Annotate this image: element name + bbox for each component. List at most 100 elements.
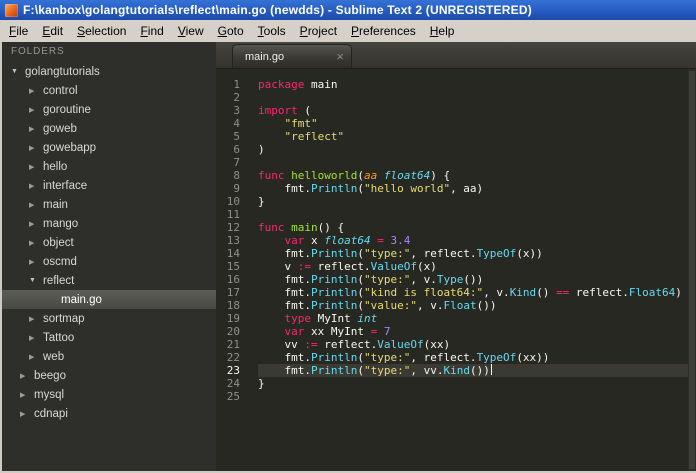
code-line-16[interactable]: fmt.Println("type:", v.Type()) — [258, 273, 688, 286]
tree-folder-hello[interactable]: ▶ hello — [2, 157, 216, 176]
tree-folder-mango[interactable]: ▶ mango — [2, 214, 216, 233]
tree-folder-main[interactable]: ▶ main — [2, 195, 216, 214]
code-line-25[interactable] — [258, 390, 688, 403]
code-line-8[interactable]: func helloworld(aa float64) { — [258, 169, 688, 182]
chevron-right-icon[interactable]: ▶ — [20, 391, 34, 399]
code-line-4[interactable]: "fmt" — [258, 117, 688, 130]
tree-folder-control[interactable]: ▶ control — [2, 81, 216, 100]
chevron-right-icon[interactable]: ▶ — [29, 163, 43, 171]
tree-folder-web[interactable]: ▶ web — [2, 347, 216, 366]
tree-folder-golangtutorials[interactable]: ▼ golangtutorials — [2, 62, 216, 81]
tree-folder-reflect[interactable]: ▼ reflect — [2, 271, 216, 290]
tree-folder-mysql[interactable]: ▶ mysql — [2, 385, 216, 404]
tree-item-label: Tattoo — [43, 331, 75, 344]
chevron-down-icon[interactable]: ▼ — [11, 68, 25, 75]
code-line-1[interactable]: package main — [258, 78, 688, 91]
chevron-down-icon[interactable]: ▼ — [29, 277, 43, 284]
code-token: main — [304, 78, 338, 91]
tree-folder-object[interactable]: ▶ object — [2, 233, 216, 252]
code-line-20[interactable]: var xx MyInt = 7 — [258, 325, 688, 338]
menu-help[interactable]: Help — [423, 22, 462, 40]
code-line-19[interactable]: type MyInt int — [258, 312, 688, 325]
code-line-5[interactable]: "reflect" — [258, 130, 688, 143]
code-line-15[interactable]: v := reflect.ValueOf(x) — [258, 260, 688, 273]
chevron-right-icon[interactable]: ▶ — [29, 353, 43, 361]
menu-selection[interactable]: Selection — [70, 22, 133, 40]
tree-folder-interface[interactable]: ▶ interface — [2, 176, 216, 195]
chevron-right-icon[interactable]: ▶ — [29, 87, 43, 95]
chevron-right-icon[interactable]: ▶ — [29, 239, 43, 247]
tree-item-label: web — [43, 350, 65, 363]
tree-folder-oscmd[interactable]: ▶ oscmd — [2, 252, 216, 271]
chevron-right-icon[interactable]: ▶ — [29, 258, 43, 266]
code-token: "value:" — [363, 299, 417, 312]
code-token: (x) — [416, 260, 437, 273]
title-bar[interactable]: F:\kanbox\golangtutorials\reflect\main.g… — [0, 0, 696, 20]
code-token: ( — [357, 273, 364, 286]
tree-folder-sortmap[interactable]: ▶ sortmap — [2, 309, 216, 328]
chevron-right-icon[interactable]: ▶ — [29, 144, 43, 152]
code-line-18[interactable]: fmt.Println("value:", v.Float()) — [258, 299, 688, 312]
folder-tree: ▼ golangtutorials ▶ control ▶ goroutine ▶ goweb… — [2, 60, 216, 471]
menu-file[interactable]: File — [2, 22, 35, 40]
tab-close-icon[interactable]: × — [336, 50, 344, 63]
code-line-3[interactable]: import ( — [258, 104, 688, 117]
code-line-9[interactable]: fmt.Println("hello world", aa) — [258, 182, 688, 195]
code-token: , vv. — [410, 364, 444, 377]
code-line-23[interactable]: fmt.Println("type:", vv.Kind()) — [258, 364, 688, 377]
tree-item-label: mango — [43, 217, 79, 230]
chevron-right-icon[interactable]: ▶ — [29, 182, 43, 190]
chevron-right-icon[interactable]: ▶ — [29, 201, 43, 209]
sidebar-header: FOLDERS — [11, 46, 65, 57]
tree-item-label: goroutine — [43, 103, 91, 116]
tree-folder-beego[interactable]: ▶ beego — [2, 366, 216, 385]
scrollbar-thumb[interactable] — [689, 71, 695, 469]
tree-folder-tattoo[interactable]: ▶ Tattoo — [2, 328, 216, 347]
menu-project[interactable]: Project — [293, 22, 344, 40]
tree-file-main.go[interactable]: main.go — [2, 290, 216, 309]
code-line-22[interactable]: fmt.Println("type:", reflect.TypeOf(xx)) — [258, 351, 688, 364]
menu-view[interactable]: View — [171, 22, 211, 40]
code-line-11[interactable] — [258, 208, 688, 221]
code-token: "type:" — [363, 351, 411, 364]
chevron-right-icon[interactable]: ▶ — [29, 334, 43, 342]
chevron-right-icon[interactable]: ▶ — [29, 125, 43, 133]
tree-folder-gowebapp[interactable]: ▶ gowebapp — [2, 138, 216, 157]
code-line-13[interactable]: var x float64 = 3.4 — [258, 234, 688, 247]
menu-find[interactable]: Find — [133, 22, 170, 40]
chevron-right-icon[interactable]: ▶ — [20, 372, 34, 380]
code-area[interactable]: 1 2 3 4 5 6 7 8 9 10 11 12 13 14 15 16 17 18 19 20 21 22 23 24 2… — [216, 69, 696, 471]
tree-folder-goroutine[interactable]: ▶ goroutine — [2, 100, 216, 119]
line-number: 18 — [226, 299, 240, 312]
code-token: ( — [357, 247, 364, 260]
code-line-24[interactable]: } — [258, 377, 688, 390]
chevron-right-icon[interactable]: ▶ — [20, 410, 34, 418]
line-number: 17 — [226, 286, 240, 299]
code-lines: package main import ( "fmt" "reflect") fun… — [246, 78, 688, 471]
code-line-21[interactable]: vv := reflect.ValueOf(xx) — [258, 338, 688, 351]
code-line-10[interactable]: } — [258, 195, 688, 208]
tree-item-label: oscmd — [43, 255, 77, 268]
menu-preferences[interactable]: Preferences — [344, 22, 423, 40]
tree-folder-goweb[interactable]: ▶ goweb — [2, 119, 216, 138]
chevron-right-icon[interactable]: ▶ — [29, 315, 43, 323]
menu-tools[interactable]: Tools — [251, 22, 293, 40]
code-line-17[interactable]: fmt.Println("kind is float64:", v.Kind()… — [258, 286, 688, 299]
code-line-6[interactable]: ) — [258, 143, 688, 156]
menu-goto[interactable]: Goto — [211, 22, 251, 40]
code-token: Float — [443, 299, 477, 312]
chevron-right-icon[interactable]: ▶ — [29, 220, 43, 228]
code-line-2[interactable] — [258, 91, 688, 104]
code-line-14[interactable]: fmt.Println("type:", reflect.TypeOf(x)) — [258, 247, 688, 260]
tree-folder-cdnapi[interactable]: ▶ cdnapi — [2, 404, 216, 423]
code-line-7[interactable] — [258, 156, 688, 169]
menu-edit[interactable]: Edit — [35, 22, 70, 40]
chevron-right-icon[interactable]: ▶ — [29, 106, 43, 114]
code-token: "hello world" — [363, 182, 451, 195]
vertical-scrollbar[interactable] — [688, 69, 696, 471]
tab-main-go[interactable]: main.go × — [232, 44, 352, 68]
code-line-12[interactable]: func main() { — [258, 221, 688, 234]
